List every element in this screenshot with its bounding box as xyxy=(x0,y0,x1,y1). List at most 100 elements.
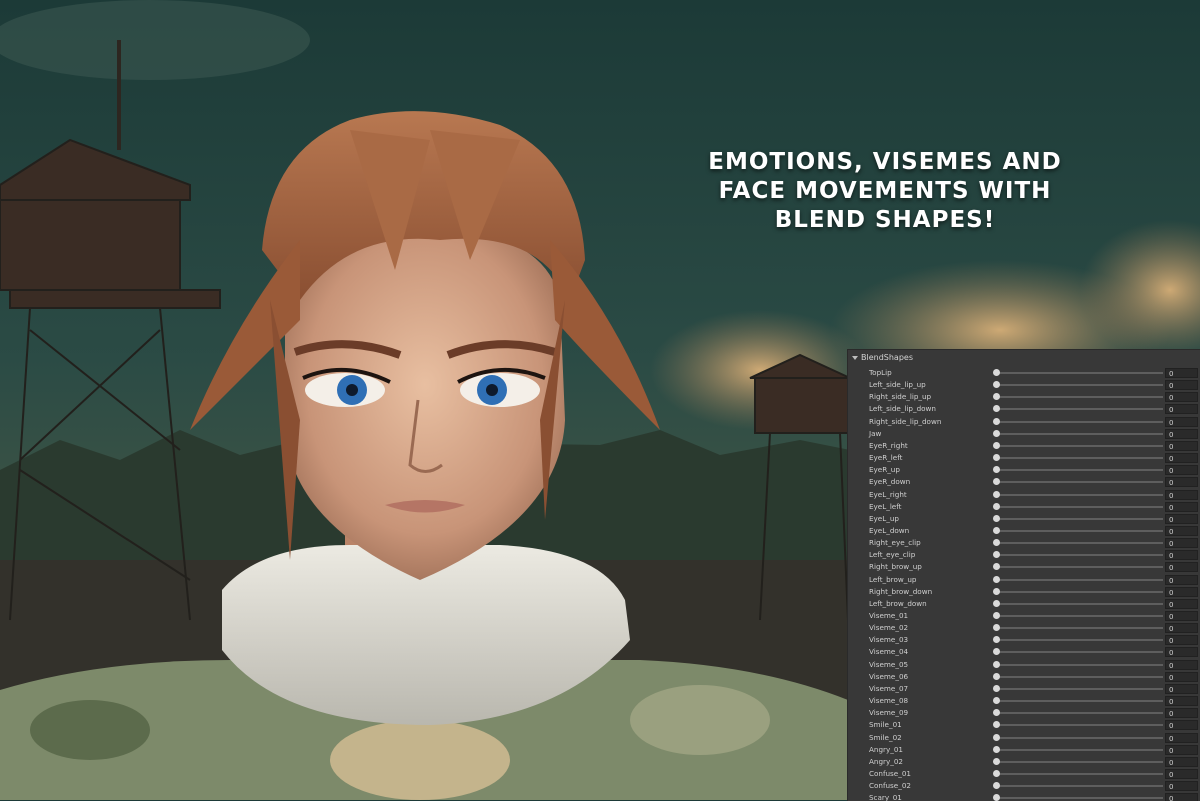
blendshape-slider-thumb[interactable] xyxy=(993,697,1000,705)
blendshape-slider-thumb[interactable] xyxy=(993,454,1000,462)
blendshape-slider-thumb[interactable] xyxy=(993,381,1000,389)
blendshape-slider-thumb[interactable] xyxy=(993,587,1000,595)
blendshape-slider-track[interactable] xyxy=(997,760,1163,763)
blendshape-slider-track[interactable] xyxy=(997,724,1163,727)
blendshape-slider-thumb[interactable] xyxy=(993,648,1000,656)
blendshape-value-field[interactable]: 0 xyxy=(1165,368,1198,378)
blendshape-slider-thumb[interactable] xyxy=(993,539,1000,547)
blendshape-slider-thumb[interactable] xyxy=(993,624,1000,632)
blendshape-value-field[interactable]: 0 xyxy=(1165,525,1198,536)
blendshape-value-field[interactable]: 0 xyxy=(1165,477,1198,488)
blendshape-slider-thumb[interactable] xyxy=(993,502,1000,510)
blendshape-value-field[interactable]: 0 xyxy=(1165,428,1198,439)
blendshape-value-field[interactable]: 0 xyxy=(1165,671,1198,682)
blendshape-slider-track[interactable] xyxy=(997,627,1163,630)
blendshape-slider-thumb[interactable] xyxy=(993,441,1000,449)
blendshape-value-field[interactable]: 0 xyxy=(1165,623,1198,634)
blendshape-value-field[interactable]: 0 xyxy=(1165,611,1198,621)
blendshape-value-field[interactable]: 0 xyxy=(1165,635,1198,646)
blendshape-value-field[interactable]: 0 xyxy=(1165,453,1198,464)
blendshape-slider-track[interactable] xyxy=(997,797,1163,800)
blendshape-value-field[interactable]: 0 xyxy=(1165,720,1198,731)
blendshape-slider-track[interactable] xyxy=(997,444,1163,447)
blendshape-slider-track[interactable] xyxy=(997,700,1163,703)
blendshape-slider-thumb[interactable] xyxy=(993,417,1000,425)
blendshape-slider-thumb[interactable] xyxy=(993,478,1000,486)
blendshape-value-field[interactable]: 0 xyxy=(1165,513,1198,524)
blendshape-slider-thumb[interactable] xyxy=(993,660,1000,668)
blendshape-slider-track[interactable] xyxy=(997,602,1163,605)
blendshape-value-field[interactable]: 0 xyxy=(1165,489,1198,500)
blendshape-slider-track[interactable] xyxy=(997,748,1163,751)
blendshape-slider-thumb[interactable] xyxy=(993,636,1000,644)
blendshape-slider-thumb[interactable] xyxy=(993,514,1000,522)
blendshape-value-field[interactable]: 0 xyxy=(1165,598,1198,609)
blendshape-slider-thumb[interactable] xyxy=(993,782,1000,790)
blendshape-slider-thumb[interactable] xyxy=(993,733,1000,741)
blendshape-value-field[interactable]: 0 xyxy=(1165,562,1198,573)
blendshape-value-field[interactable]: 0 xyxy=(1165,708,1198,719)
blendshape-value-field[interactable]: 0 xyxy=(1165,781,1198,792)
blendshape-value-field[interactable]: 0 xyxy=(1165,732,1198,743)
blendshape-value-field[interactable]: 0 xyxy=(1165,586,1198,597)
blendshape-value-field[interactable]: 0 xyxy=(1165,647,1198,658)
blendshape-slider-track[interactable] xyxy=(997,675,1163,678)
blendshape-slider-thumb[interactable] xyxy=(993,745,1000,753)
blendshape-value-field[interactable]: 0 xyxy=(1165,756,1198,767)
blendshape-slider-thumb[interactable] xyxy=(993,526,1000,534)
blendshape-value-field[interactable]: 0 xyxy=(1165,404,1198,415)
blendshape-slider-track[interactable] xyxy=(997,590,1163,593)
blendshape-slider-track[interactable] xyxy=(997,420,1163,423)
blendshape-slider-track[interactable] xyxy=(997,712,1163,715)
blendshape-slider-track[interactable] xyxy=(997,566,1163,569)
blendshape-slider-track[interactable] xyxy=(997,457,1163,460)
blendshape-slider-track[interactable] xyxy=(997,772,1163,775)
blendshape-value-field[interactable]: 0 xyxy=(1165,392,1198,403)
blendshape-slider-thumb[interactable] xyxy=(993,612,1000,619)
blendshape-slider-thumb[interactable] xyxy=(993,672,1000,680)
blendshape-slider-thumb[interactable] xyxy=(993,575,1000,583)
blendshape-slider-thumb[interactable] xyxy=(993,369,1000,376)
blendshape-value-field[interactable]: 0 xyxy=(1165,550,1198,561)
blendshape-value-field[interactable]: 0 xyxy=(1165,768,1198,779)
blendshape-slider-thumb[interactable] xyxy=(993,393,1000,401)
blendshape-slider-thumb[interactable] xyxy=(993,757,1000,765)
blendshape-slider-thumb[interactable] xyxy=(993,563,1000,571)
blendshape-slider-track[interactable] xyxy=(997,615,1163,617)
blendshape-slider-track[interactable] xyxy=(997,493,1163,496)
blendshape-slider-thumb[interactable] xyxy=(993,709,1000,717)
blendshape-slider-thumb[interactable] xyxy=(993,490,1000,498)
blendshape-slider-thumb[interactable] xyxy=(993,551,1000,559)
blendshape-slider-track[interactable] xyxy=(997,651,1163,654)
blendshape-value-field[interactable]: 0 xyxy=(1165,744,1198,755)
blendshape-value-field[interactable]: 0 xyxy=(1165,696,1198,707)
blendshape-value-field[interactable]: 0 xyxy=(1165,659,1198,670)
blendshape-slider-track[interactable] xyxy=(997,542,1163,545)
blendshape-slider-track[interactable] xyxy=(997,469,1163,472)
blendshape-slider-track[interactable] xyxy=(997,481,1163,484)
blendshape-value-field[interactable]: 0 xyxy=(1165,440,1198,451)
blendshape-slider-track[interactable] xyxy=(997,663,1163,666)
blendshape-slider-track[interactable] xyxy=(997,687,1163,690)
blendshape-value-field[interactable]: 0 xyxy=(1165,501,1198,512)
blendshape-slider-thumb[interactable] xyxy=(993,721,1000,729)
blendshape-slider-track[interactable] xyxy=(997,639,1163,642)
foldout-triangle-icon[interactable] xyxy=(852,355,858,360)
blendshape-slider-track[interactable] xyxy=(997,432,1163,435)
blendshape-slider-track[interactable] xyxy=(997,529,1163,532)
blendshape-slider-thumb[interactable] xyxy=(993,599,1000,607)
blendshape-slider-thumb[interactable] xyxy=(993,429,1000,437)
blendshape-value-field[interactable]: 0 xyxy=(1165,465,1198,476)
blendshape-value-field[interactable]: 0 xyxy=(1165,380,1198,391)
blendshape-slider-track[interactable] xyxy=(997,554,1163,557)
blendshape-slider-track[interactable] xyxy=(997,408,1163,411)
blendshape-slider-track[interactable] xyxy=(997,384,1163,387)
blendshape-value-field[interactable]: 0 xyxy=(1165,574,1198,585)
blendshape-slider-thumb[interactable] xyxy=(993,405,1000,413)
blendshape-slider-track[interactable] xyxy=(997,785,1163,788)
blendshape-slider-track[interactable] xyxy=(997,372,1163,374)
blendshape-slider-thumb[interactable] xyxy=(993,466,1000,474)
blendshape-slider-thumb[interactable] xyxy=(993,769,1000,777)
blendshapes-foldout-header[interactable]: BlendShapes xyxy=(848,350,1200,365)
blendshape-slider-track[interactable] xyxy=(997,396,1163,399)
